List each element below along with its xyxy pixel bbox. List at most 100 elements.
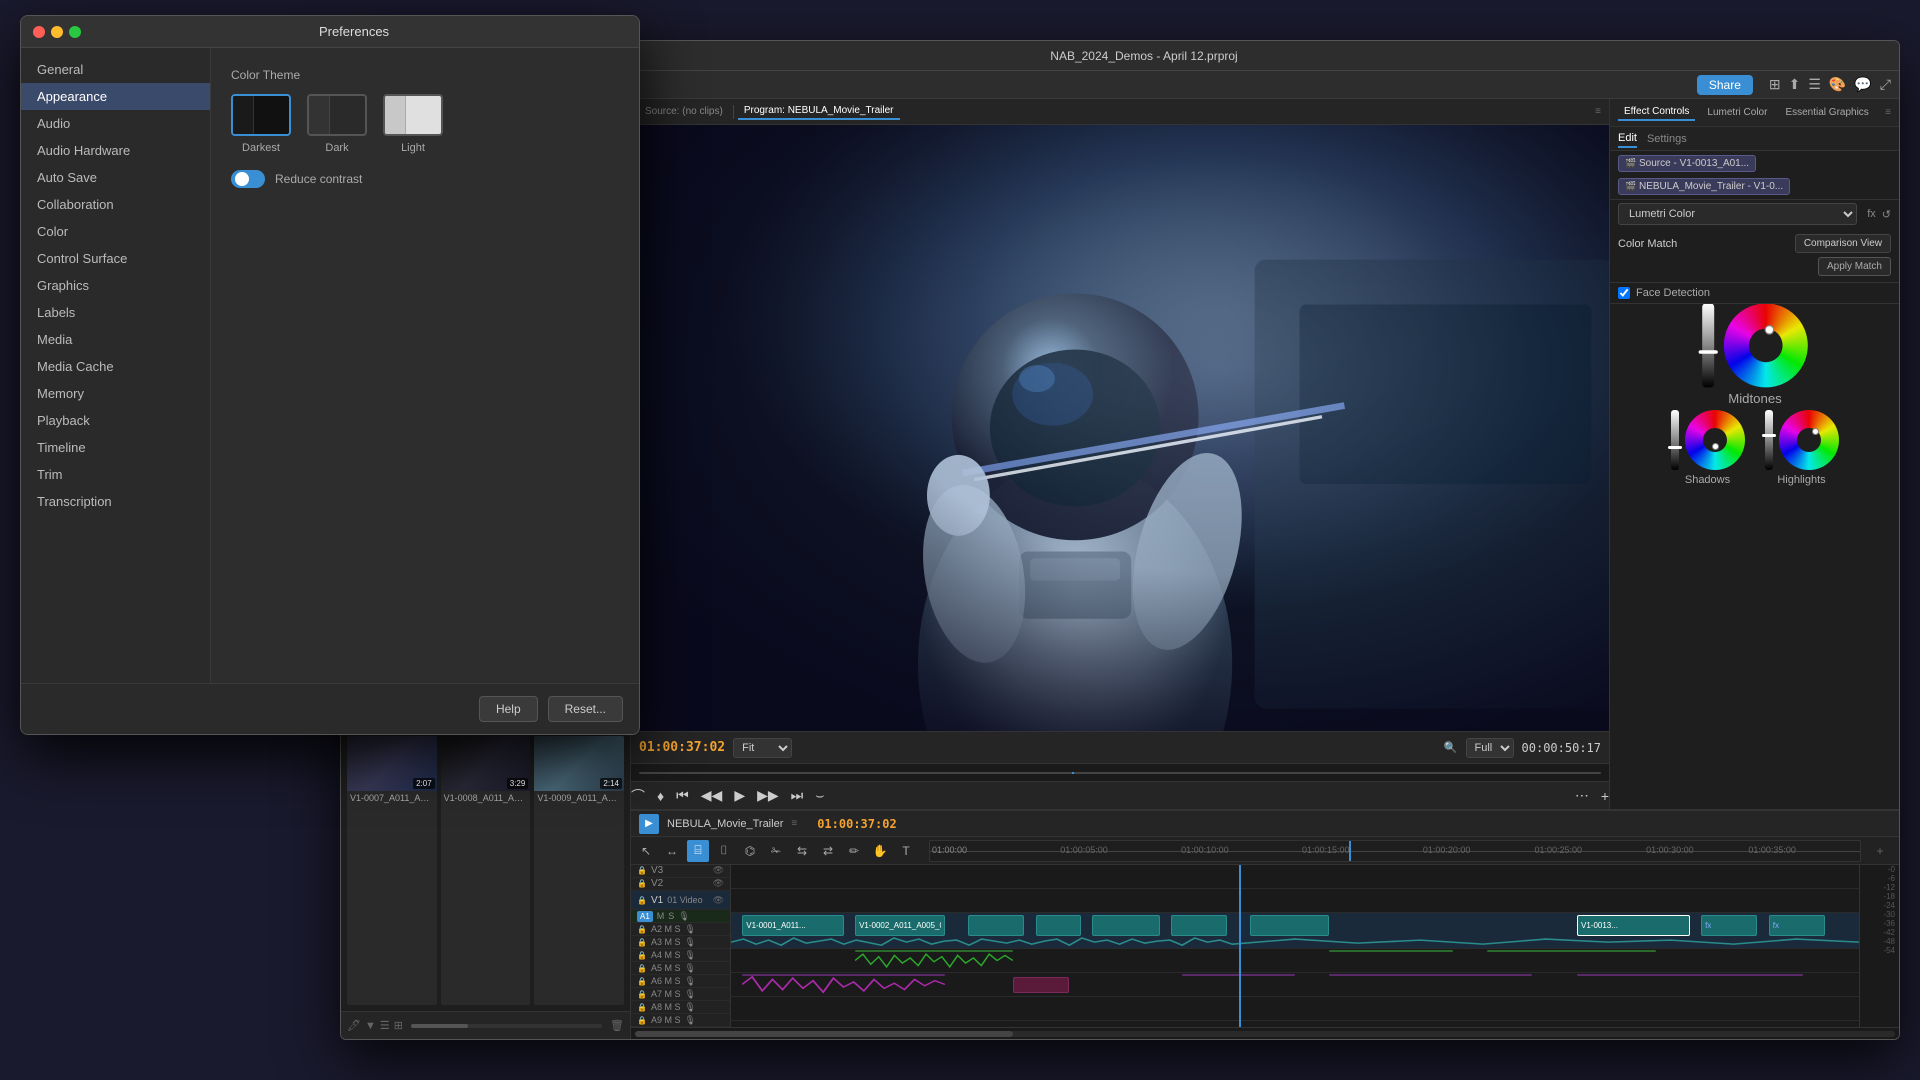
pref-item-graphics[interactable]: Graphics: [21, 272, 210, 299]
highlights-slider[interactable]: [1765, 410, 1773, 470]
clip-v1-fx1[interactable]: fx: [1701, 915, 1757, 936]
reset-effect-icon[interactable]: ↺: [1882, 208, 1891, 221]
panel-menu-icon[interactable]: ≡: [1885, 107, 1891, 118]
pref-item-memory[interactable]: Memory: [21, 380, 210, 407]
source-chip-2[interactable]: 🎬 NEBULA_Movie_Trailer - V1-0...: [1618, 178, 1790, 195]
reduce-contrast-toggle[interactable]: [231, 170, 265, 188]
share-button[interactable]: Share: [1697, 75, 1753, 95]
export-icon[interactable]: ⬆: [1789, 76, 1801, 93]
pref-item-labels[interactable]: Labels: [21, 299, 210, 326]
tool-razor[interactable]: ✁: [765, 840, 787, 862]
lock-icon-a2[interactable]: 🔒: [637, 925, 647, 934]
fx-icon[interactable]: fx: [1867, 208, 1876, 220]
comparison-view-btn[interactable]: Comparison View: [1795, 234, 1891, 253]
midtones-slider[interactable]: [1702, 304, 1714, 387]
quality-select[interactable]: Full 1/2 1/4: [1466, 738, 1514, 758]
edit-subtab[interactable]: Edit: [1618, 130, 1637, 148]
find-icon[interactable]: ▼: [365, 1020, 376, 1032]
face-detection-checkbox[interactable]: [1618, 287, 1630, 299]
play-icon[interactable]: ▶: [734, 787, 745, 804]
apply-match-btn[interactable]: Apply Match: [1818, 257, 1891, 276]
lock-icon-v2[interactable]: 🔒: [637, 879, 647, 888]
timeline-play-btn[interactable]: ▶: [639, 814, 659, 834]
audio-clip-a2-4[interactable]: [1329, 974, 1532, 976]
lock-icon-a8[interactable]: 🔒: [637, 1003, 647, 1012]
shadows-wheel[interactable]: [1685, 410, 1745, 470]
color-icon[interactable]: 🎨: [1829, 76, 1846, 93]
minimize-icon[interactable]: [51, 26, 63, 38]
lock-icon-a9[interactable]: 🔒: [637, 1016, 647, 1025]
tab-essential-graphics[interactable]: Essential Graphics: [1779, 105, 1874, 120]
next-edit-icon[interactable]: ⏭: [791, 787, 804, 804]
mark-out-icon[interactable]: ⌣: [815, 787, 824, 804]
clip-v1-2[interactable]: V1-0002_A011_A005_0112G...: [855, 915, 945, 936]
pref-item-playback[interactable]: Playback: [21, 407, 210, 434]
tool-track-selection[interactable]: ↔: [661, 840, 683, 862]
midtones-wheel[interactable]: [1723, 304, 1807, 387]
eye-icon-v3[interactable]: 👁: [713, 865, 724, 876]
pref-item-control-surface[interactable]: Control Surface: [21, 245, 210, 272]
close-icon[interactable]: [33, 26, 45, 38]
thumbnail-item-8[interactable]: 3:29 V1-0008_A011_A02...: [441, 736, 531, 1005]
thumbnail-item-7[interactable]: 2:07 V1-0007_A011_A02...: [347, 736, 437, 1005]
lock-icon-a5[interactable]: 🔒: [637, 964, 647, 973]
playhead-bar[interactable]: [631, 763, 1609, 781]
lock-icon-a7[interactable]: 🔒: [637, 990, 647, 999]
expand-icon[interactable]: ⤢: [1880, 76, 1891, 93]
tool-rolling[interactable]: ⌷: [713, 840, 735, 862]
reset-button[interactable]: Reset...: [548, 696, 623, 722]
theme-dark[interactable]: Dark: [307, 94, 367, 154]
lock-icon-v1[interactable]: 🔒: [637, 896, 647, 905]
clip-v1-7[interactable]: [1250, 915, 1329, 936]
tool-rate-stretch[interactable]: ⌬: [739, 840, 761, 862]
fit-select[interactable]: Fit 25% 50% 100%: [733, 738, 792, 758]
tool-slip[interactable]: ⇆: [791, 840, 813, 862]
lock-icon-a6[interactable]: 🔒: [637, 977, 647, 986]
zoom-slider[interactable]: [411, 1024, 602, 1028]
add-track-icon[interactable]: +: [1876, 844, 1883, 858]
help-button[interactable]: Help: [479, 696, 538, 722]
pref-item-general[interactable]: General: [21, 56, 210, 83]
step-back-icon[interactable]: ◀◀: [701, 787, 723, 804]
eye-icon-v1[interactable]: 👁: [713, 895, 724, 906]
clip-v1-1[interactable]: V1-0001_A011...: [742, 915, 844, 936]
lock-icon-v3[interactable]: 🔒: [637, 866, 647, 875]
clip-v1-3[interactable]: [968, 915, 1024, 936]
list-view-icon[interactable]: ☰: [380, 1019, 390, 1032]
clip-v1-selected[interactable]: V1-0013...: [1577, 915, 1690, 936]
pref-item-collaboration[interactable]: Collaboration: [21, 191, 210, 218]
tool-ripple[interactable]: ⌸: [687, 840, 709, 862]
step-forward-icon[interactable]: ▶▶: [757, 787, 779, 804]
source-chip-1[interactable]: 🎬 Source - V1-0013_A01...: [1618, 155, 1756, 172]
new-bin-icon[interactable]: 🖊: [347, 1019, 361, 1032]
program-menu-icon[interactable]: ≡: [1595, 106, 1601, 117]
tab-lumetri-color[interactable]: Lumetri Color: [1701, 105, 1773, 120]
tool-text[interactable]: T: [895, 840, 917, 862]
tool-selection[interactable]: ↖: [635, 840, 657, 862]
panels-icon[interactable]: ⊞: [1769, 76, 1781, 93]
audio-clip-a1-2[interactable]: [1329, 950, 1453, 952]
clip-v1-4[interactable]: [1036, 915, 1081, 936]
pref-item-media-cache[interactable]: Media Cache: [21, 353, 210, 380]
pref-item-media[interactable]: Media: [21, 326, 210, 353]
comment-icon[interactable]: 💬: [1854, 76, 1871, 93]
pref-item-transcription[interactable]: Transcription: [21, 488, 210, 515]
pref-item-audio[interactable]: Audio: [21, 110, 210, 137]
thumbnail-item-9[interactable]: 2:14 V1-0009_A011_A02...: [534, 736, 624, 1005]
timeline-menu-icon[interactable]: ≡: [791, 818, 797, 829]
mark-in-icon[interactable]: ⌒: [631, 786, 645, 806]
pref-item-appearance[interactable]: Appearance: [21, 83, 210, 110]
shadows-slider[interactable]: [1671, 410, 1679, 470]
theme-light[interactable]: Light: [383, 94, 443, 154]
maximize-icon[interactable]: [69, 26, 81, 38]
source-tab[interactable]: Source: (no clips): [639, 104, 729, 119]
audio-clip-a2-2[interactable]: [1013, 977, 1069, 993]
pref-item-timeline[interactable]: Timeline: [21, 434, 210, 461]
tool-hand[interactable]: ✋: [869, 840, 891, 862]
delete-icon[interactable]: 🗑: [610, 1019, 624, 1032]
more-transport-icons[interactable]: ⋯: [1575, 787, 1589, 804]
add-marker-icon[interactable]: ♦: [657, 788, 664, 804]
tool-pen[interactable]: ✏: [843, 840, 865, 862]
program-tab[interactable]: Program: NEBULA_Movie_Trailer: [738, 103, 900, 120]
highlights-wheel[interactable]: [1779, 410, 1839, 470]
